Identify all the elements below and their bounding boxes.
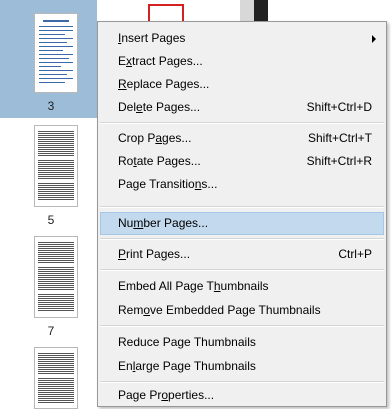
pages-context-menu: Insert Pages Extract Pages... Replace Pa… xyxy=(97,21,387,407)
menu-separator xyxy=(100,269,384,271)
page-thumbnail-5[interactable] xyxy=(34,125,78,207)
shortcut-label: Ctrl+P xyxy=(338,247,372,261)
menu-separator xyxy=(100,122,384,124)
page-thumbnail-9[interactable] xyxy=(34,347,78,409)
page-thumbnail-3[interactable] xyxy=(34,13,78,93)
menu-item-rotate-pages[interactable]: Rotate Pages... Shift+Ctrl+R xyxy=(100,150,384,173)
menu-item-embed-thumbnails[interactable]: Embed All Page Thumbnails xyxy=(100,275,384,298)
menu-item-enlarge-thumbnails[interactable]: Enlarge Page Thumbnails xyxy=(100,355,384,378)
menu-separator xyxy=(100,238,384,240)
menu-item-delete-pages[interactable]: Delete Pages... Shift+Ctrl+D xyxy=(100,96,384,119)
menu-item-page-transitions[interactable]: Page Transitions... xyxy=(100,173,384,196)
page-number-5: 5 xyxy=(47,213,55,227)
shortcut-label: Shift+Ctrl+T xyxy=(307,131,372,145)
menu-item-reduce-thumbnails[interactable]: Reduce Page Thumbnails xyxy=(100,331,384,354)
menu-item-print-pages[interactable]: Print Pages... Ctrl+P xyxy=(100,243,384,266)
submenu-arrow-icon xyxy=(372,35,376,43)
page-number-3: 3 xyxy=(47,99,55,113)
page-thumbnail-7[interactable] xyxy=(34,236,78,318)
menu-item-extract-pages[interactable]: Extract Pages... xyxy=(100,50,384,73)
menu-separator xyxy=(100,381,384,383)
menu-item-number-pages[interactable]: Number Pages... xyxy=(100,212,384,235)
menu-separator xyxy=(100,325,384,327)
menu-item-insert-pages[interactable]: Insert Pages xyxy=(100,27,384,50)
page-thumbnails-panel: 3 5 7 xyxy=(0,0,97,409)
menu-item-page-properties[interactable]: Page Properties... xyxy=(100,384,384,407)
shortcut-label: Shift+Ctrl+D xyxy=(306,100,372,114)
page-number-7: 7 xyxy=(47,324,55,338)
menu-separator xyxy=(100,206,384,208)
menu-item-remove-embedded-thumbnails[interactable]: Remove Embedded Page Thumbnails xyxy=(100,299,384,322)
menu-item-crop-pages[interactable]: Crop Pages... Shift+Ctrl+T xyxy=(100,127,384,150)
menu-item-replace-pages[interactable]: Replace Pages... xyxy=(100,73,384,96)
shortcut-label: Shift+Ctrl+R xyxy=(306,154,372,168)
